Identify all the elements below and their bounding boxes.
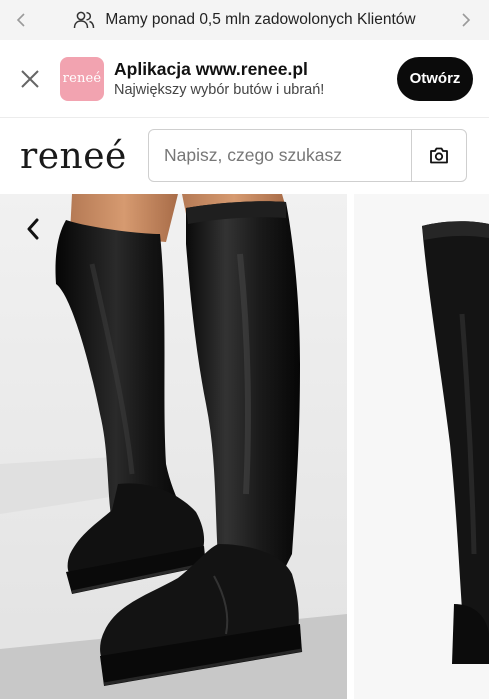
announcement-bar: Mamy ponad 0,5 mln zadowolonych Klientów bbox=[0, 0, 489, 40]
product-image-next[interactable] bbox=[354, 194, 489, 699]
site-header: reneé Napisz, czego szukasz bbox=[0, 118, 489, 194]
camera-icon[interactable] bbox=[412, 130, 466, 181]
open-app-button[interactable]: Otwórz bbox=[397, 56, 473, 101]
app-banner-subtitle: Największy wybór butów i ubrań! bbox=[114, 81, 325, 98]
app-logo-text: reneé bbox=[62, 71, 102, 86]
announcement-text: Mamy ponad 0,5 mln zadowolonych Klientów bbox=[105, 11, 416, 28]
app-banner-texts: Aplikacja www.renee.pl Największy wybór … bbox=[114, 58, 397, 100]
app-install-banner: reneé Aplikacja www.renee.pl Największy … bbox=[0, 40, 489, 118]
app-banner-title: Aplikacja www.renee.pl bbox=[114, 58, 308, 79]
close-icon[interactable] bbox=[0, 69, 60, 89]
gallery-back-chevron-left-icon[interactable] bbox=[16, 212, 50, 246]
users-icon bbox=[73, 11, 95, 29]
announcement-prev-chevron-left-icon[interactable] bbox=[6, 0, 36, 40]
search-input[interactable]: Napisz, czego szukasz bbox=[149, 145, 411, 166]
brand-logo[interactable]: reneé bbox=[20, 136, 144, 177]
product-image-main[interactable] bbox=[0, 194, 347, 699]
announcement-next-chevron-right-icon[interactable] bbox=[451, 0, 481, 40]
announcement-message: Mamy ponad 0,5 mln zadowolonych Klientów bbox=[73, 11, 416, 29]
search-bar[interactable]: Napisz, czego szukasz bbox=[148, 129, 467, 182]
app-logo: reneé bbox=[60, 56, 104, 101]
product-gallery[interactable] bbox=[0, 194, 489, 699]
